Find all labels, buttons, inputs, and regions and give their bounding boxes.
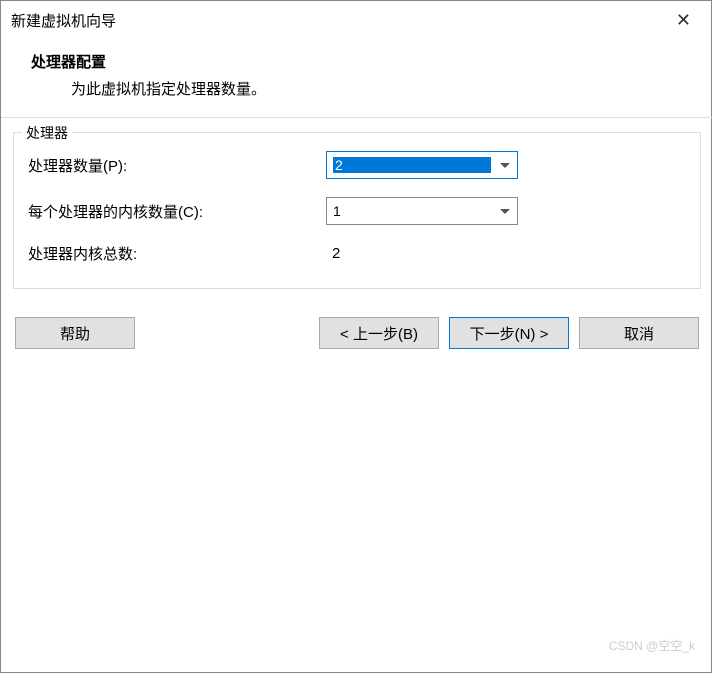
processors-fieldset: 处理器 处理器数量(P): 2 每个处理器的内核数量(C): 1 处理器内核总数…	[13, 132, 701, 289]
processor-count-select[interactable]: 2	[326, 151, 518, 179]
processor-count-label: 处理器数量(P):	[28, 155, 326, 176]
processor-count-row: 处理器数量(P): 2	[28, 151, 686, 179]
page-subtitle: 为此虚拟机指定处理器数量。	[31, 78, 703, 99]
page-title: 处理器配置	[31, 51, 703, 72]
fieldset-legend: 处理器	[22, 123, 72, 143]
total-cores-value: 2	[326, 245, 340, 262]
window-title: 新建虚拟机向导	[11, 10, 116, 31]
wizard-header: 处理器配置 为此虚拟机指定处理器数量。	[1, 39, 712, 118]
chevron-down-icon	[500, 163, 510, 168]
total-cores-label: 处理器内核总数:	[28, 243, 326, 264]
total-cores-row: 处理器内核总数: 2	[28, 243, 686, 264]
close-icon[interactable]: ✕	[668, 10, 699, 31]
watermark: CSDN @空空_k	[609, 637, 695, 654]
cores-per-processor-row: 每个处理器的内核数量(C): 1	[28, 197, 686, 225]
processor-count-value: 2	[333, 157, 491, 173]
back-button[interactable]: < 上一步(B)	[319, 317, 439, 349]
cores-per-processor-value: 1	[333, 203, 491, 219]
help-button[interactable]: 帮助	[15, 317, 135, 349]
next-button[interactable]: 下一步(N) >	[449, 317, 569, 349]
cores-per-processor-select[interactable]: 1	[326, 197, 518, 225]
content-area: 处理器 处理器数量(P): 2 每个处理器的内核数量(C): 1 处理器内核总数…	[1, 118, 712, 303]
chevron-down-icon	[500, 209, 510, 214]
cancel-button[interactable]: 取消	[579, 317, 699, 349]
button-bar: 帮助 < 上一步(B) 下一步(N) > 取消	[1, 303, 712, 367]
cores-per-processor-label: 每个处理器的内核数量(C):	[28, 201, 326, 222]
titlebar: 新建虚拟机向导 ✕	[1, 1, 712, 39]
